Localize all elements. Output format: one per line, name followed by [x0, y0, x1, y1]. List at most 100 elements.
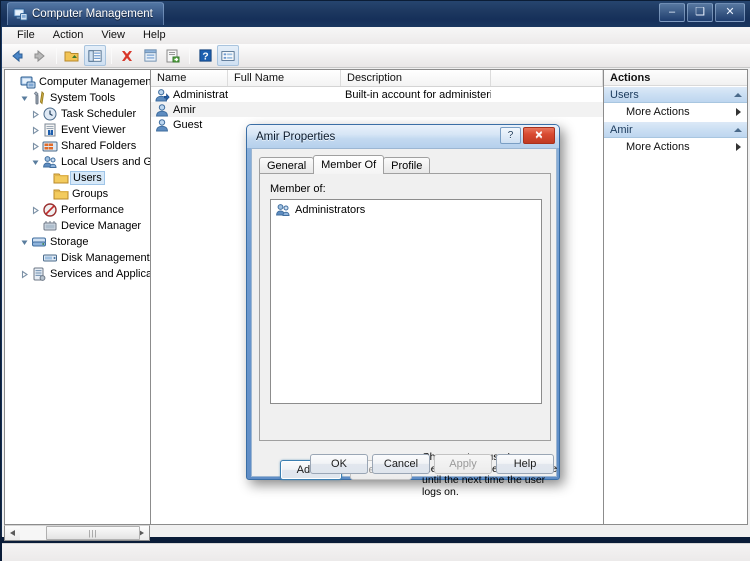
group-icon	[275, 202, 291, 218]
tree-item-storage[interactable]: Storage	[7, 234, 150, 250]
computer-management-icon	[13, 7, 28, 22]
expanded-triangle-icon[interactable]	[18, 90, 31, 106]
tree-item-local-users-and-groups[interactable]: Local Users and Groups	[7, 154, 150, 170]
up-one-level-button[interactable]	[61, 45, 83, 66]
export-list-button[interactable]	[162, 45, 184, 66]
menu-item-help[interactable]: Help	[134, 28, 175, 43]
tree-item-event-viewer[interactable]: ! Event Viewer	[7, 122, 150, 138]
view-list-button[interactable]	[217, 45, 239, 66]
cancel-button[interactable]: Cancel	[372, 454, 430, 474]
actions-section-title: Users	[610, 88, 639, 101]
cell-name-text: Amir	[173, 103, 196, 116]
expanded-triangle-icon[interactable]	[29, 154, 42, 170]
tree-item-users[interactable]: Users	[7, 170, 150, 186]
table-row[interactable]: Amir	[151, 102, 603, 117]
status-bar	[2, 543, 750, 561]
chevron-right-icon[interactable]	[736, 143, 741, 151]
tree-item-performance[interactable]: Performance	[7, 202, 150, 218]
actions-section-header-users[interactable]: Users	[604, 86, 747, 103]
cell-name: Amir	[151, 102, 228, 117]
tree-item-groups[interactable]: Groups	[7, 186, 150, 202]
chevron-up-icon[interactable]	[734, 127, 742, 132]
chevron-right-icon[interactable]	[736, 108, 741, 116]
show-hide-console-tree-button[interactable]	[84, 45, 106, 66]
column-header-description[interactable]: Description	[341, 70, 491, 86]
tree-item-disk-management[interactable]: Disk Management	[7, 250, 150, 266]
column-header-full-name[interactable]: Full Name	[228, 70, 341, 86]
performance-icon	[42, 202, 58, 218]
tree-item-device-manager[interactable]: Device Manager	[7, 218, 150, 234]
chevron-up-icon[interactable]	[734, 92, 742, 97]
expanded-triangle-icon[interactable]	[18, 234, 31, 250]
device-manager-icon	[42, 218, 58, 234]
table-row[interactable]: Administrator Built-in account for admini…	[151, 87, 603, 102]
tree-item-label: Event Viewer	[61, 124, 126, 136]
menu-item-action[interactable]: Action	[44, 28, 93, 43]
collapsed-triangle-icon[interactable]	[29, 106, 42, 122]
scrollbar-track[interactable]: |||	[20, 526, 140, 540]
toolbar: ?	[2, 44, 750, 68]
tree-item-label: Local Users and Groups	[61, 156, 150, 168]
collapsed-triangle-icon[interactable]	[18, 266, 31, 282]
tree-item-label: Services and Applications	[50, 268, 150, 280]
svg-text:?: ?	[202, 51, 208, 62]
actions-item-more-actions[interactable]: More Actions	[604, 103, 747, 121]
actions-pane: Actions Users More Actions Amir More Action…	[604, 69, 748, 525]
tree-item-system-tools[interactable]: System Tools	[7, 90, 150, 106]
toolbar-separator	[189, 47, 190, 64]
properties-button[interactable]	[139, 45, 161, 66]
minimize-button[interactable]: –	[659, 3, 685, 22]
tree-item-task-scheduler[interactable]: Task Scheduler	[7, 106, 150, 122]
menu-bar: File Action View Help	[2, 27, 750, 44]
tab-general[interactable]: General	[259, 157, 315, 174]
dialog-help-button[interactable]: ?	[500, 127, 521, 144]
delete-button[interactable]	[116, 45, 138, 66]
help-button[interactable]: Help	[496, 454, 554, 474]
tree-item-shared-folders[interactable]: Shared Folders	[7, 138, 150, 154]
console-tree: Computer Management (Local System Tools Ta…	[5, 70, 150, 282]
tree-horizontal-scrollbar[interactable]: |||	[4, 525, 150, 541]
scroll-left-button[interactable]	[5, 526, 20, 540]
window-titlebar: Computer Management – ❑ ✕	[1, 1, 750, 27]
shared-folders-icon	[42, 138, 58, 154]
help-button-label: Help	[513, 458, 537, 470]
dialog-close-button[interactable]: ✕	[523, 127, 555, 144]
member-of-tab-panel: Member of: Administrators Add... Remove …	[259, 173, 557, 497]
back-button[interactable]	[6, 45, 28, 66]
scrollbar-thumb[interactable]: |||	[46, 526, 140, 540]
actions-item-more-actions[interactable]: More Actions	[604, 138, 747, 156]
column-header-name[interactable]: Name	[151, 70, 228, 86]
apply-button-label: Apply	[449, 458, 477, 470]
computer-icon	[20, 74, 36, 90]
collapsed-triangle-icon[interactable]	[29, 202, 42, 218]
maximize-button[interactable]: ❑	[687, 3, 713, 22]
computer-management-window: Computer Management – ❑ ✕ File Action View…	[0, 0, 750, 561]
member-of-listbox[interactable]: Administrators	[270, 199, 542, 404]
tab-profile[interactable]: Profile	[383, 157, 431, 174]
apply-button[interactable]: Apply	[434, 454, 492, 474]
help-button[interactable]: ?	[194, 45, 216, 66]
dialog-window-controls: ? ✕	[500, 127, 555, 144]
close-button[interactable]: ✕	[715, 3, 745, 22]
close-icon: ✕	[534, 130, 544, 141]
tree-item-computer-management-local[interactable]: Computer Management (Local	[7, 74, 150, 90]
collapsed-triangle-icon[interactable]	[29, 138, 42, 154]
minimize-icon: –	[668, 6, 676, 18]
tree-item-services-and-applications[interactable]: Services and Applications	[7, 266, 150, 282]
ok-button[interactable]: OK	[310, 454, 368, 474]
collapsed-triangle-icon[interactable]	[29, 122, 42, 138]
menu-item-file[interactable]: File	[8, 28, 44, 43]
menu-item-view[interactable]: View	[92, 28, 134, 43]
actions-section-header-amir[interactable]: Amir	[604, 121, 747, 138]
tree-item-label: Performance	[61, 204, 124, 216]
dialog-footer: OK Cancel Apply Help	[252, 449, 558, 478]
window-title-tab: Computer Management	[7, 2, 164, 25]
console-tree-pane[interactable]: Computer Management (Local System Tools Ta…	[4, 69, 150, 525]
user-icon	[154, 117, 170, 132]
column-header-blank[interactable]	[491, 70, 603, 86]
forward-button[interactable]	[29, 45, 51, 66]
tab-member-of[interactable]: Member Of	[313, 155, 385, 174]
event-viewer-icon: !	[42, 122, 58, 138]
list-item[interactable]: Administrators	[271, 202, 541, 218]
